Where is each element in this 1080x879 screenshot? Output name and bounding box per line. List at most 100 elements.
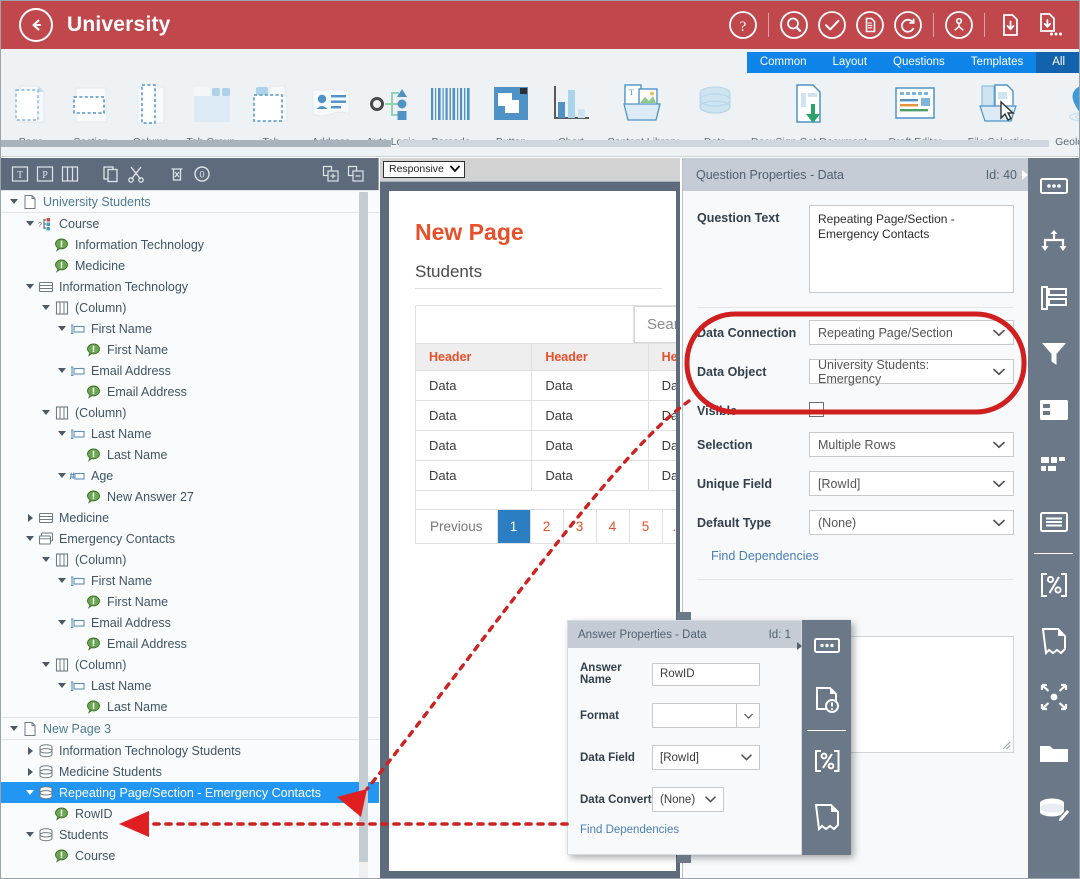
tree-node[interactable]: Email Address xyxy=(1,633,379,654)
grid-blocks-icon[interactable] xyxy=(1028,438,1079,494)
format-combo[interactable] xyxy=(652,703,760,728)
ribbon-item-chart[interactable]: Chart xyxy=(541,73,601,148)
ribbon-item-column[interactable]: Column xyxy=(121,73,181,148)
tree-collapse-arrow-icon[interactable] xyxy=(56,326,68,331)
visible-checkbox[interactable] xyxy=(809,402,824,417)
tree-node[interactable]: (Column) xyxy=(1,402,379,423)
tree-node-list[interactable]: University Students? Course Information Te… xyxy=(1,190,379,878)
tree-node[interactable]: First Name xyxy=(1,591,379,612)
selection-select[interactable]: Multiple Rows xyxy=(809,432,1014,457)
tree-node[interactable]: First Name xyxy=(1,570,379,591)
tree-collapse-arrow-icon[interactable] xyxy=(56,368,68,373)
pagination-previous-button[interactable]: Previous xyxy=(416,510,498,543)
tree-collapse-arrow-icon[interactable] xyxy=(56,431,68,436)
tree-collapse-arrow-icon[interactable] xyxy=(24,832,36,837)
copy-icon[interactable] xyxy=(100,163,122,185)
tree-node[interactable]: Age xyxy=(1,465,379,486)
default-type-select[interactable]: (None) xyxy=(809,510,1014,535)
ribbon-tab-layout[interactable]: Layout xyxy=(819,52,881,73)
ribbon-tab-common[interactable]: Common xyxy=(746,52,820,73)
document-download-more-icon[interactable] xyxy=(1029,6,1067,44)
branching-logic-icon[interactable] xyxy=(1028,214,1079,270)
tree-collapse-arrow-icon[interactable] xyxy=(56,620,68,625)
ribbon-horizontal-scrollbar[interactable] xyxy=(1,140,1079,147)
answer-find-dependencies-link[interactable]: Find Dependencies xyxy=(580,824,801,836)
tree-node[interactable]: Students xyxy=(1,824,379,845)
document-torn-icon[interactable] xyxy=(1028,613,1079,669)
document-circle-icon[interactable] xyxy=(851,6,889,44)
refresh-circle-icon[interactable] xyxy=(889,6,927,44)
percent-brackets-icon[interactable] xyxy=(802,733,851,789)
tree-collapse-arrow-icon[interactable] xyxy=(40,662,52,667)
tree-node[interactable]: Last Name xyxy=(1,444,379,465)
tree-node[interactable]: New Answer 27 xyxy=(1,486,379,507)
folder-icon[interactable] xyxy=(1028,725,1079,781)
collapse-all-icon[interactable] xyxy=(345,163,367,185)
tree-collapse-arrow-icon[interactable] xyxy=(24,284,36,289)
back-button[interactable] xyxy=(19,8,53,42)
tree-node[interactable]: First Name xyxy=(1,339,379,360)
dialog-top-handle[interactable] xyxy=(677,612,691,620)
ribbon-item-auto-logic[interactable]: Auto Logic xyxy=(361,73,421,148)
tree-expand-arrow-icon[interactable] xyxy=(24,767,36,776)
ribbon-tab-all[interactable]: All xyxy=(1036,52,1079,73)
expand-all-icon[interactable] xyxy=(320,163,342,185)
tree-node[interactable]: Email Address xyxy=(1,381,379,402)
ribbon-item-docusign-get-document[interactable]: DocuSign Get Document xyxy=(745,73,873,148)
ribbon-tab-questions[interactable]: Questions xyxy=(880,52,958,73)
tree-node[interactable]: Last Name xyxy=(1,696,379,717)
ribbon-item-file-selection[interactable]: File Selection xyxy=(957,73,1041,148)
tree-collapse-arrow-icon[interactable] xyxy=(24,790,36,795)
tree-node[interactable]: Information Technology Students xyxy=(1,740,379,761)
document-torn-icon[interactable] xyxy=(802,789,851,845)
pagination-page-3[interactable]: 3 xyxy=(564,510,597,543)
tree-collapse-arrow-icon[interactable] xyxy=(40,410,52,415)
pagination-page-5[interactable]: 5 xyxy=(630,510,663,543)
tree-node[interactable]: Information Technology xyxy=(1,234,379,255)
delete-trash-icon[interactable] xyxy=(166,163,188,185)
answer-list-icon[interactable] xyxy=(802,620,851,672)
tree-collapse-arrow-icon[interactable] xyxy=(40,557,52,562)
question-text-input[interactable]: Repeating Page/Section - Emergency Conta… xyxy=(809,205,1014,293)
layout-panel-icon[interactable] xyxy=(1028,382,1079,438)
ribbon-item-barcode[interactable]: Barcode xyxy=(421,73,481,148)
preview-search-input[interactable]: Search xyxy=(634,306,676,343)
paragraph-tool-icon[interactable]: P xyxy=(34,163,56,185)
tree-node[interactable]: First Name xyxy=(1,318,379,339)
ribbon-item-address[interactable]: Address xyxy=(301,73,361,148)
cut-scissors-icon[interactable] xyxy=(125,163,147,185)
find-dependencies-link[interactable]: Find Dependencies xyxy=(711,549,1014,563)
tree-node[interactable]: Information Technology xyxy=(1,276,379,297)
lines-panel-icon[interactable] xyxy=(1028,494,1079,550)
tree-collapse-arrow-icon[interactable] xyxy=(40,305,52,310)
user-share-circle-icon[interactable] xyxy=(940,6,978,44)
tree-node[interactable]: RowID xyxy=(1,803,379,824)
answer-name-input[interactable]: RowID xyxy=(652,662,760,686)
tree-collapse-arrow-icon[interactable] xyxy=(24,221,36,226)
tree-node[interactable]: Email Address xyxy=(1,360,379,381)
dialog-bottom-handle[interactable] xyxy=(677,855,691,863)
ribbon-item-tab-group[interactable]: Tab Group xyxy=(181,73,241,148)
ribbon-item-data[interactable]: Data xyxy=(685,73,745,148)
filter-funnel-icon[interactable] xyxy=(1028,326,1079,382)
tree-expand-arrow-icon[interactable] xyxy=(24,513,36,522)
tree-collapse-arrow-icon[interactable] xyxy=(56,578,68,583)
pagination-page-1[interactable]: 1 xyxy=(497,510,531,543)
ribbon-item-page[interactable]: Page xyxy=(1,73,61,148)
tree-node[interactable]: (Column) xyxy=(1,297,379,318)
percent-brackets-icon[interactable] xyxy=(1028,557,1079,613)
pagination-page-4[interactable]: 4 xyxy=(597,510,630,543)
tree-node[interactable]: Repeating Page/Section - Emergency Conta… xyxy=(1,782,379,803)
pagination-page-2[interactable]: 2 xyxy=(531,510,564,543)
ribbon-item-draft-editor[interactable]: Draft Editor xyxy=(873,73,957,148)
tree-vertical-scrollbar[interactable] xyxy=(359,192,368,878)
tree-node[interactable]: New Page 3 xyxy=(1,717,379,740)
database-edit-icon[interactable] xyxy=(1028,781,1079,837)
text-tool-icon[interactable]: T xyxy=(9,163,31,185)
tree-node[interactable]: Emergency Contacts xyxy=(1,528,379,549)
columns-tool-icon[interactable] xyxy=(59,163,81,185)
help-circle-icon[interactable]: ? xyxy=(724,6,762,44)
tree-expand-arrow-icon[interactable] xyxy=(24,746,36,755)
answer-list-icon[interactable] xyxy=(1028,158,1079,214)
tree-node[interactable]: (Column) xyxy=(1,549,379,570)
